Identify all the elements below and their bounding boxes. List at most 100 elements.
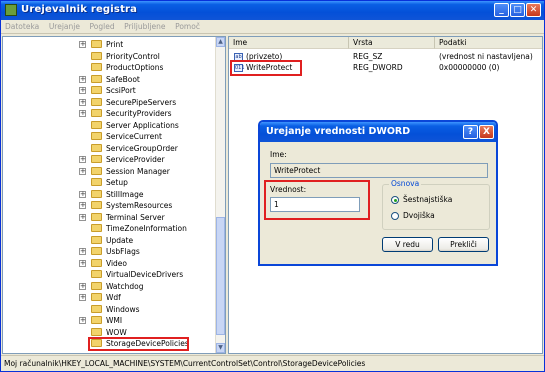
tree-item[interactable]: Setup — [79, 178, 213, 187]
tree-item[interactable]: + ServiceProvider — [79, 155, 213, 164]
tree-item[interactable]: + UsbFlags — [79, 247, 213, 256]
tree-item[interactable]: + SecurityProviders — [79, 109, 213, 118]
expand-icon[interactable]: + — [79, 294, 86, 301]
tree-item[interactable]: + Print — [79, 40, 213, 49]
expand-icon[interactable]: + — [79, 75, 86, 83]
menu-help[interactable]: Pomoč — [175, 20, 200, 33]
expand-icon[interactable]: + — [79, 282, 86, 290]
dialog-title[interactable]: Urejanje vrednosti DWORD — [260, 122, 496, 142]
regedit-app-icon — [5, 4, 17, 16]
base-groupbox: Osnova Šestnajstiška Dvojiška — [382, 179, 490, 230]
menu-view[interactable]: Pogled — [90, 20, 115, 33]
tree-item[interactable]: + Wdf — [79, 293, 213, 302]
menu-favorites[interactable]: Priljubljene — [124, 20, 165, 33]
value-data: (vrednost ni nastavljena) — [439, 52, 533, 61]
folder-icon — [91, 109, 102, 117]
tree-item-label: UsbFlags — [106, 247, 140, 256]
radio-hex[interactable] — [391, 196, 399, 204]
maximize-button[interactable]: □ — [510, 3, 525, 17]
help-button[interactable]: ? — [463, 125, 478, 139]
expand-icon[interactable]: + — [79, 41, 86, 48]
folder-icon — [91, 224, 102, 232]
tree-item[interactable]: ServiceCurrent — [79, 132, 213, 141]
tree-item-label: SecurityProviders — [106, 109, 172, 118]
folder-icon — [91, 166, 102, 175]
ok-button[interactable]: V redu — [382, 237, 433, 252]
expand-icon[interactable]: + — [79, 190, 86, 198]
column-header-name[interactable]: Ime — [229, 37, 349, 49]
expand-icon[interactable]: + — [79, 87, 86, 94]
folder-icon — [91, 235, 102, 244]
column-header-type[interactable]: Vrsta — [349, 37, 435, 49]
expand-icon[interactable]: + — [79, 259, 86, 267]
tree-item[interactable]: ServiceGroupOrder — [79, 143, 213, 153]
tree-item[interactable]: + SecurePipeServers — [79, 97, 213, 107]
scroll-thumb[interactable] — [216, 217, 225, 335]
expand-icon[interactable]: + — [79, 213, 86, 221]
tree-item[interactable]: + SafeBoot — [79, 74, 213, 84]
tree-scrollbar[interactable]: ▲ ▼ — [215, 37, 225, 353]
expand-icon[interactable]: + — [79, 317, 86, 324]
tree-item[interactable]: Update — [79, 235, 213, 245]
folder-icon — [91, 316, 102, 324]
folder-icon — [91, 155, 102, 163]
dialog-close-button[interactable]: X — [479, 125, 494, 139]
tree-item[interactable]: Server Applications — [79, 120, 213, 130]
tree-item[interactable]: PriorityControl — [79, 51, 213, 61]
tree-item[interactable]: + Terminal Server — [79, 212, 213, 222]
name-field: WriteProtect — [270, 163, 488, 178]
radio-dec[interactable] — [391, 212, 399, 220]
column-header-data[interactable]: Podatki — [435, 37, 542, 49]
menu-file[interactable]: Datoteka — [5, 20, 39, 33]
radio-hex-label[interactable]: Šestnajstiška — [403, 195, 452, 204]
menu-bar: Datoteka Urejanje Pogled Priljubljene Po… — [1, 20, 544, 34]
tree-item-label: WOW — [106, 327, 127, 337]
expand-icon[interactable]: + — [79, 167, 86, 175]
tree-item[interactable]: VirtualDeviceDrivers — [79, 270, 213, 279]
tree-item-label: Session Manager — [106, 166, 170, 176]
expand-icon[interactable]: + — [79, 156, 86, 163]
minimize-button[interactable]: _ — [494, 3, 509, 17]
tree-item[interactable]: + Video — [79, 258, 213, 268]
tree-item[interactable]: TimeZoneInformation — [79, 224, 213, 233]
folder-icon — [91, 86, 102, 94]
folder-icon — [91, 189, 102, 198]
tree-item[interactable]: Windows — [79, 304, 213, 314]
tree-item-label: Windows — [106, 304, 140, 314]
expand-icon[interactable]: + — [79, 248, 86, 255]
tree-item[interactable]: + ScsiPort — [79, 86, 213, 95]
folder-icon — [91, 212, 102, 221]
tree-item[interactable]: + SystemResources — [79, 201, 213, 210]
cancel-button[interactable]: Prekliči — [438, 237, 489, 252]
folder-icon — [91, 143, 102, 152]
value-highlight-box — [264, 180, 370, 220]
scroll-down-arrow-icon[interactable]: ▼ — [216, 343, 225, 353]
radio-dec-label[interactable]: Dvojiška — [403, 211, 435, 220]
tree-item-label: Server Applications — [106, 120, 179, 130]
tree-item[interactable]: + Watchdog — [79, 281, 213, 291]
tree-item-label: Update — [106, 235, 134, 245]
close-button[interactable]: ✕ — [526, 3, 541, 17]
folder-icon — [91, 178, 102, 186]
menu-edit[interactable]: Urejanje — [49, 20, 80, 33]
tree-item[interactable]: WOW — [79, 327, 213, 337]
folder-icon — [91, 132, 102, 140]
title-bar[interactable]: Urejevalnik registra _ □ ✕ — [1, 1, 544, 20]
registry-tree[interactable]: ▲ ▼ + Print PriorityControl ProductOptions +… — [2, 36, 226, 354]
folder-icon — [91, 51, 102, 60]
tree-item[interactable]: + StillImage — [79, 189, 213, 199]
expand-icon[interactable]: + — [79, 110, 86, 117]
folder-icon — [91, 327, 102, 336]
expand-icon[interactable]: + — [79, 202, 86, 209]
folder-icon — [91, 97, 102, 106]
folder-icon — [91, 63, 102, 71]
tree-item-label: TimeZoneInformation — [106, 224, 187, 233]
tree-item[interactable]: ProductOptions — [79, 63, 213, 72]
tree-item[interactable]: + Session Manager — [79, 166, 213, 176]
value-type: REG_DWORD — [353, 63, 403, 72]
tree-item[interactable]: + WMI — [79, 316, 213, 325]
expand-icon[interactable]: + — [79, 98, 86, 106]
scroll-up-arrow-icon[interactable]: ▲ — [216, 37, 225, 47]
tree-item-label: SafeBoot — [106, 74, 140, 84]
tree-highlight-box — [88, 337, 189, 351]
